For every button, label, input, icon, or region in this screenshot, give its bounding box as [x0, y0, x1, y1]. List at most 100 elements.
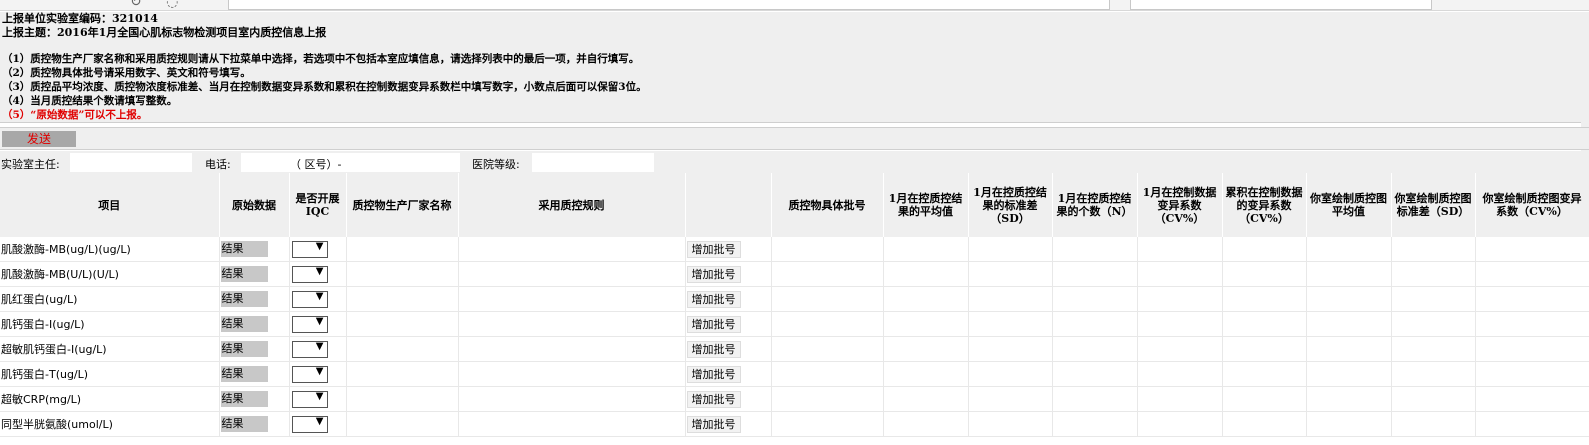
lot-number-input[interactable] — [771, 386, 884, 412]
manufacturer-cell[interactable] — [346, 286, 459, 312]
add-lot-button[interactable]: 增加批号 — [686, 240, 741, 258]
qc-rules-cell[interactable] — [458, 411, 686, 437]
month-n-input[interactable] — [1052, 336, 1138, 362]
chart-sd-input[interactable] — [1391, 336, 1476, 362]
iqc-select[interactable]: ▼ — [291, 265, 328, 283]
chart-sd-input[interactable] — [1391, 237, 1476, 262]
month-n-input[interactable] — [1052, 386, 1138, 412]
lot-number-input[interactable] — [771, 311, 884, 337]
month-mean-input[interactable] — [883, 411, 969, 437]
lot-number-input[interactable] — [771, 286, 884, 312]
hospital-level-input[interactable] — [532, 153, 654, 172]
month-n-input[interactable] — [1052, 361, 1138, 387]
chart-mean-input[interactable] — [1306, 336, 1392, 362]
qc-rules-cell[interactable] — [458, 386, 686, 412]
lot-number-input[interactable] — [771, 361, 884, 387]
chart-mean-input[interactable] — [1306, 386, 1392, 412]
add-lot-button[interactable]: 增加批号 — [686, 365, 741, 383]
month-mean-input[interactable] — [883, 237, 969, 262]
add-lot-button[interactable]: 增加批号 — [686, 390, 741, 408]
cumulative-cv-input[interactable] — [1222, 411, 1307, 437]
chart-sd-input[interactable] — [1391, 386, 1476, 412]
month-sd-input[interactable] — [968, 411, 1053, 437]
add-lot-button[interactable]: 增加批号 — [686, 315, 741, 333]
month-mean-input[interactable] — [883, 261, 969, 287]
result-button[interactable]: 结果 — [220, 316, 268, 332]
chart-sd-input[interactable] — [1391, 311, 1476, 337]
chart-mean-input[interactable] — [1306, 411, 1392, 437]
chart-mean-input[interactable] — [1306, 261, 1392, 287]
month-n-input[interactable] — [1052, 311, 1138, 337]
chart-mean-input[interactable] — [1306, 286, 1392, 312]
manufacturer-cell[interactable] — [346, 386, 459, 412]
browser-nav-icons[interactable]: ↻ ◌ — [130, 0, 188, 10]
cumulative-cv-input[interactable] — [1222, 336, 1307, 362]
iqc-select[interactable]: ▼ — [291, 390, 328, 408]
manufacturer-cell[interactable] — [346, 411, 459, 437]
month-mean-input[interactable] — [883, 311, 969, 337]
chart-sd-input[interactable] — [1391, 361, 1476, 387]
month-cv-input[interactable] — [1137, 237, 1223, 262]
lot-number-input[interactable] — [771, 261, 884, 287]
cumulative-cv-input[interactable] — [1222, 261, 1307, 287]
lot-number-input[interactable] — [771, 336, 884, 362]
browser-search-box[interactable] — [1130, 0, 1432, 10]
result-button[interactable]: 结果 — [220, 341, 268, 357]
chart-sd-input[interactable] — [1391, 286, 1476, 312]
month-cv-input[interactable] — [1137, 336, 1223, 362]
qc-rules-cell[interactable] — [458, 286, 686, 312]
month-sd-input[interactable] — [968, 261, 1053, 287]
chart-mean-input[interactable] — [1306, 237, 1392, 262]
iqc-select[interactable]: ▼ — [291, 240, 328, 258]
month-sd-input[interactable] — [968, 237, 1053, 262]
chart-sd-input[interactable] — [1391, 261, 1476, 287]
month-cv-input[interactable] — [1137, 286, 1223, 312]
month-cv-input[interactable] — [1137, 411, 1223, 437]
cumulative-cv-input[interactable] — [1222, 311, 1307, 337]
month-mean-input[interactable] — [883, 386, 969, 412]
add-lot-button[interactable]: 增加批号 — [686, 290, 741, 308]
chart-cv-input[interactable] — [1475, 336, 1589, 362]
cumulative-cv-input[interactable] — [1222, 361, 1307, 387]
result-button[interactable]: 结果 — [220, 266, 268, 282]
qc-rules-cell[interactable] — [458, 237, 686, 262]
qc-rules-cell[interactable] — [458, 336, 686, 362]
iqc-select[interactable]: ▼ — [291, 315, 328, 333]
address-bar[interactable] — [228, 0, 1110, 10]
add-lot-button[interactable]: 增加批号 — [686, 340, 741, 358]
chart-sd-input[interactable] — [1391, 411, 1476, 437]
cumulative-cv-input[interactable] — [1222, 286, 1307, 312]
manufacturer-cell[interactable] — [346, 261, 459, 287]
qc-rules-cell[interactable] — [458, 261, 686, 287]
month-mean-input[interactable] — [883, 361, 969, 387]
qc-rules-cell[interactable] — [458, 311, 686, 337]
send-button[interactable]: 发送 — [2, 131, 76, 147]
chart-cv-input[interactable] — [1475, 311, 1589, 337]
lot-number-input[interactable] — [771, 411, 884, 437]
cumulative-cv-input[interactable] — [1222, 386, 1307, 412]
month-cv-input[interactable] — [1137, 261, 1223, 287]
phone-input[interactable] — [241, 153, 460, 172]
manufacturer-cell[interactable] — [346, 361, 459, 387]
month-mean-input[interactable] — [883, 336, 969, 362]
result-button[interactable]: 结果 — [220, 366, 268, 382]
iqc-select[interactable]: ▼ — [291, 290, 328, 308]
chart-cv-input[interactable] — [1475, 411, 1589, 437]
director-input[interactable] — [70, 153, 192, 172]
month-n-input[interactable] — [1052, 237, 1138, 262]
iqc-select[interactable]: ▼ — [291, 365, 328, 383]
manufacturer-cell[interactable] — [346, 336, 459, 362]
chart-cv-input[interactable] — [1475, 386, 1589, 412]
month-n-input[interactable] — [1052, 411, 1138, 437]
month-cv-input[interactable] — [1137, 311, 1223, 337]
iqc-select[interactable]: ▼ — [291, 415, 328, 433]
month-n-input[interactable] — [1052, 286, 1138, 312]
result-button[interactable]: 结果 — [220, 241, 268, 257]
manufacturer-cell[interactable] — [346, 311, 459, 337]
add-lot-button[interactable]: 增加批号 — [686, 415, 741, 433]
iqc-select[interactable]: ▼ — [291, 340, 328, 358]
cumulative-cv-input[interactable] — [1222, 237, 1307, 262]
chart-cv-input[interactable] — [1475, 361, 1589, 387]
month-sd-input[interactable] — [968, 336, 1053, 362]
month-cv-input[interactable] — [1137, 386, 1223, 412]
